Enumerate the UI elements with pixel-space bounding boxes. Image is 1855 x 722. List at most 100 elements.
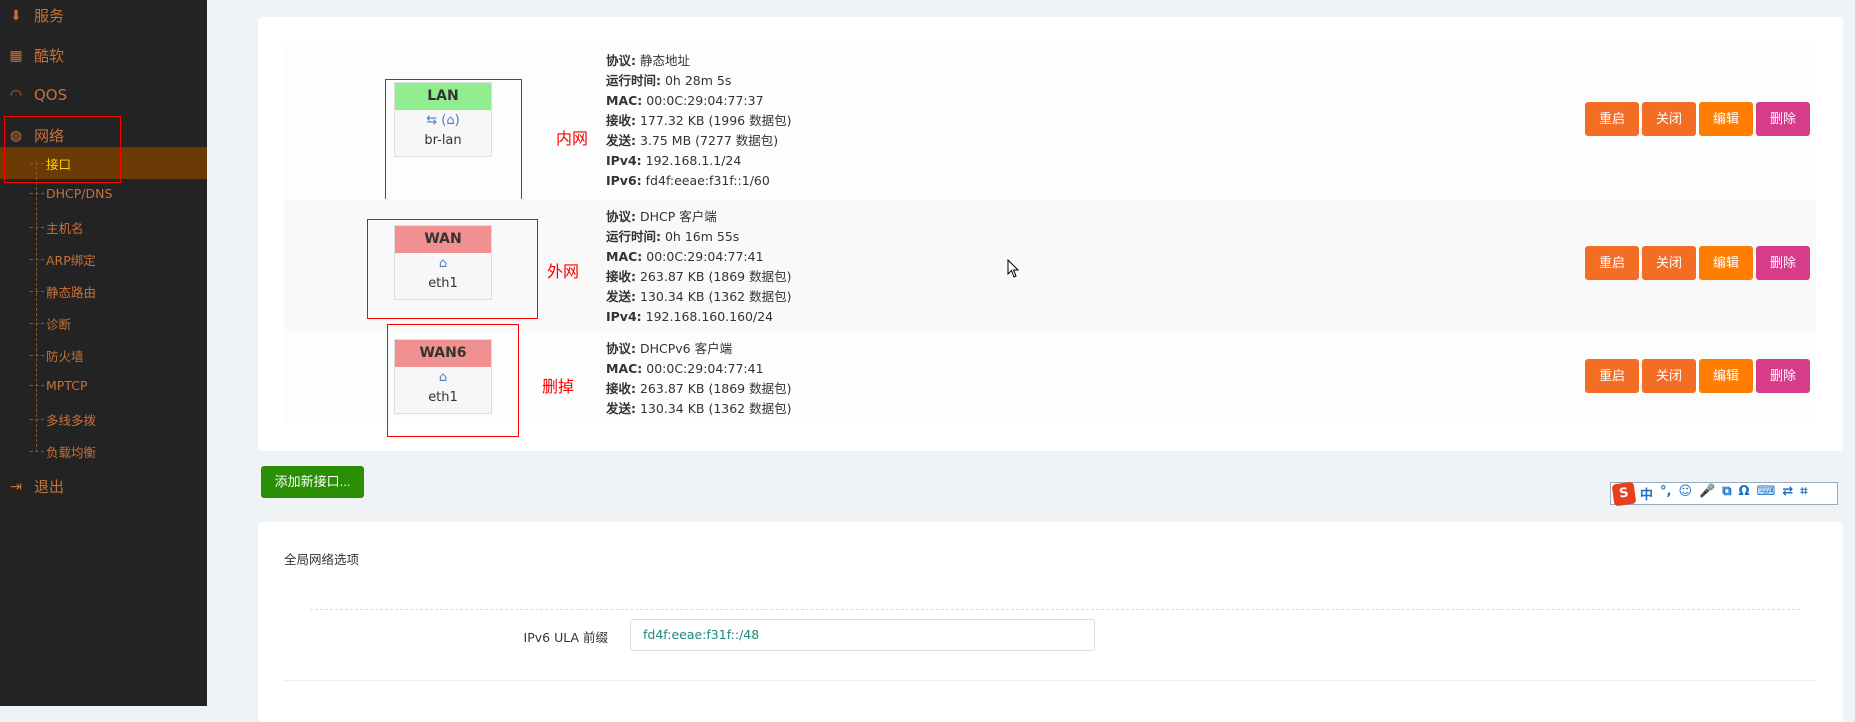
info-line: 发送: 130.34 KB (1362 数据包) xyxy=(606,287,791,307)
info-line: MAC: 00:0C:29:04:77:41 xyxy=(606,247,791,267)
info-line: IPv6: fd4f:eeae:f31f::1/60 xyxy=(606,171,791,191)
info-key: MAC: xyxy=(606,93,643,108)
info-key: 运行时间: xyxy=(606,229,661,244)
info-value: 192.168.1.1/24 xyxy=(645,153,742,168)
gauge-icon: ◠ xyxy=(9,87,23,103)
calendar-icon: ▦ xyxy=(9,47,23,64)
ime-tool-icon[interactable]: 中 xyxy=(1640,484,1653,503)
logout-icon: ⇥ xyxy=(10,478,22,495)
info-line: 协议: DHCPv6 客户端 xyxy=(606,339,791,359)
annotation-box xyxy=(387,324,519,437)
sogou-logo-icon: S xyxy=(1611,481,1637,506)
info-key: 接收: xyxy=(606,113,636,128)
ime-toolbar: S 中 °, ☺ 🎤 ⧉ Ω ⌨ ⇄ ⌗ xyxy=(1610,481,1838,506)
info-key: IPv4: xyxy=(606,309,642,324)
info-line: 协议: 静态地址 xyxy=(606,51,791,71)
ime-tool-icon[interactable]: ⧉ xyxy=(1722,484,1731,503)
edit-button[interactable]: 编辑 xyxy=(1699,102,1753,136)
info-value: 0h 28m 5s xyxy=(664,73,732,88)
stop-button[interactable]: 关闭 xyxy=(1642,246,1696,280)
info-key: MAC: xyxy=(606,249,643,264)
info-value: 263.87 KB (1869 数据包) xyxy=(639,269,792,284)
info-line: 发送: 130.34 KB (1362 数据包) xyxy=(606,399,791,419)
info-line: 发送: 3.75 MB (7277 数据包) xyxy=(606,131,791,151)
sidebar-subitem-label: 静态路由 xyxy=(46,285,97,300)
sidebar-subitem-label: 诊断 xyxy=(46,317,72,332)
ime-tool-icon[interactable]: 🎤 xyxy=(1699,484,1715,503)
sidebar-subitem-label: MPTCP xyxy=(46,378,88,393)
sidebar-subitem[interactable]: 主机名 xyxy=(30,218,84,237)
divider xyxy=(284,680,1816,681)
sidebar-item-0[interactable]: ⬇ 服务 xyxy=(8,5,64,26)
sidebar-subitem-label: 多线多拨 xyxy=(46,413,97,428)
delete-button[interactable]: 删除 xyxy=(1756,246,1810,280)
logout-item[interactable]: ⇥ 退出 xyxy=(8,476,64,497)
sidebar-item-2[interactable]: ◠ QOS xyxy=(8,86,67,104)
info-line: IPv4: 192.168.160.160/24 xyxy=(606,307,791,327)
ime-tool-icon[interactable]: Ω xyxy=(1739,484,1750,503)
sidebar-subitem[interactable]: 防火墙 xyxy=(30,346,84,365)
sidebar-subitem-label: 主机名 xyxy=(46,221,84,236)
sidebar-subitem[interactable]: 负载均衡 xyxy=(30,442,96,461)
restart-button[interactable]: 重启 xyxy=(1585,246,1639,280)
info-key: 协议: xyxy=(606,341,636,356)
restart-button[interactable]: 重启 xyxy=(1585,359,1639,393)
info-value: 192.168.160.160/24 xyxy=(645,309,774,324)
info-key: 发送: xyxy=(606,401,636,416)
ula-prefix-input[interactable]: fd4f:eeae:f31f::/48 xyxy=(630,619,1095,651)
interface-info: 协议: 静态地址运行时间: 0h 28m 5s MAC: 00:0C:29:04:… xyxy=(606,51,791,191)
delete-button[interactable]: 删除 xyxy=(1756,102,1810,136)
info-key: 接收: xyxy=(606,381,636,396)
info-key: MAC: xyxy=(606,361,643,376)
restart-button[interactable]: 重启 xyxy=(1585,102,1639,136)
sidebar-subitem[interactable]: ARP绑定 xyxy=(30,250,96,269)
info-value: 00:0C:29:04:77:41 xyxy=(646,361,764,376)
info-key: 发送: xyxy=(606,289,636,304)
info-value: 3.75 MB (7277 数据包) xyxy=(639,133,779,148)
info-key: 接收: xyxy=(606,269,636,284)
info-value: 00:0C:29:04:77:37 xyxy=(646,93,764,108)
ime-tool-icon[interactable]: ⇄ xyxy=(1782,484,1793,503)
info-key: 协议: xyxy=(606,53,636,68)
sidebar-subitem-label: 防火墙 xyxy=(46,349,84,364)
ime-tool-icon[interactable]: ☺ xyxy=(1678,484,1692,503)
info-line: 接收: 263.87 KB (1869 数据包) xyxy=(606,267,791,287)
sidebar-subitem[interactable]: 静态路由 xyxy=(30,282,96,301)
ime-tool-icon[interactable]: ⌨ xyxy=(1757,484,1776,503)
sidebar-item-label: 服务 xyxy=(34,7,65,25)
info-line: IPv4: 192.168.1.1/24 xyxy=(606,151,791,171)
delete-button[interactable]: 删除 xyxy=(1756,359,1810,393)
info-value: fd4f:eeae:f31f::1/60 xyxy=(645,173,770,188)
info-value: 静态地址 xyxy=(639,53,690,68)
sidebar-item-label: 酷软 xyxy=(34,47,65,65)
stop-button[interactable]: 关闭 xyxy=(1642,359,1696,393)
info-line: MAC: 00:0C:29:04:77:41 xyxy=(606,359,791,379)
stop-button[interactable]: 关闭 xyxy=(1642,102,1696,136)
info-value: 263.87 KB (1869 数据包) xyxy=(639,381,792,396)
sidebar-subitem[interactable]: 多线多拨 xyxy=(30,410,96,429)
info-line: 接收: 177.32 KB (1996 数据包) xyxy=(606,111,791,131)
info-value: 130.34 KB (1362 数据包) xyxy=(639,401,792,416)
info-line: 接收: 263.87 KB (1869 数据包) xyxy=(606,379,791,399)
sidebar-subitem[interactable]: 诊断 xyxy=(30,314,71,333)
sidebar-item-label: QOS xyxy=(34,86,68,104)
add-interface-button[interactable]: 添加新接口... xyxy=(261,466,364,498)
info-key: 发送: xyxy=(606,133,636,148)
annotation-box xyxy=(4,116,121,183)
sidebar-subitem[interactable]: DHCP/DNS xyxy=(30,186,112,201)
ime-tool-icon[interactable]: ⌗ xyxy=(1800,484,1807,503)
edit-button[interactable]: 编辑 xyxy=(1699,359,1753,393)
section-title: 全局网络选项 xyxy=(284,552,360,567)
ula-label: IPv6 ULA 前缀 xyxy=(523,630,608,645)
annotation-label: 外网 xyxy=(547,262,580,281)
edit-button[interactable]: 编辑 xyxy=(1699,246,1753,280)
annotation-box xyxy=(367,219,538,319)
sidebar-subitem-label: ARP绑定 xyxy=(46,253,96,268)
sidebar-subitem-label: 负载均衡 xyxy=(46,445,97,460)
info-key: 运行时间: xyxy=(606,73,661,88)
sidebar-item-1[interactable]: ▦ 酷软 xyxy=(8,45,64,66)
sidebar-subitem[interactable]: MPTCP xyxy=(30,378,88,393)
ime-tool-icon[interactable]: °, xyxy=(1660,484,1671,503)
interface-info: 协议: DHCP 客户端 运行时间: 0h 16m 55s MAC: 00:0C:2… xyxy=(606,207,791,327)
info-key: 协议: xyxy=(606,209,636,224)
